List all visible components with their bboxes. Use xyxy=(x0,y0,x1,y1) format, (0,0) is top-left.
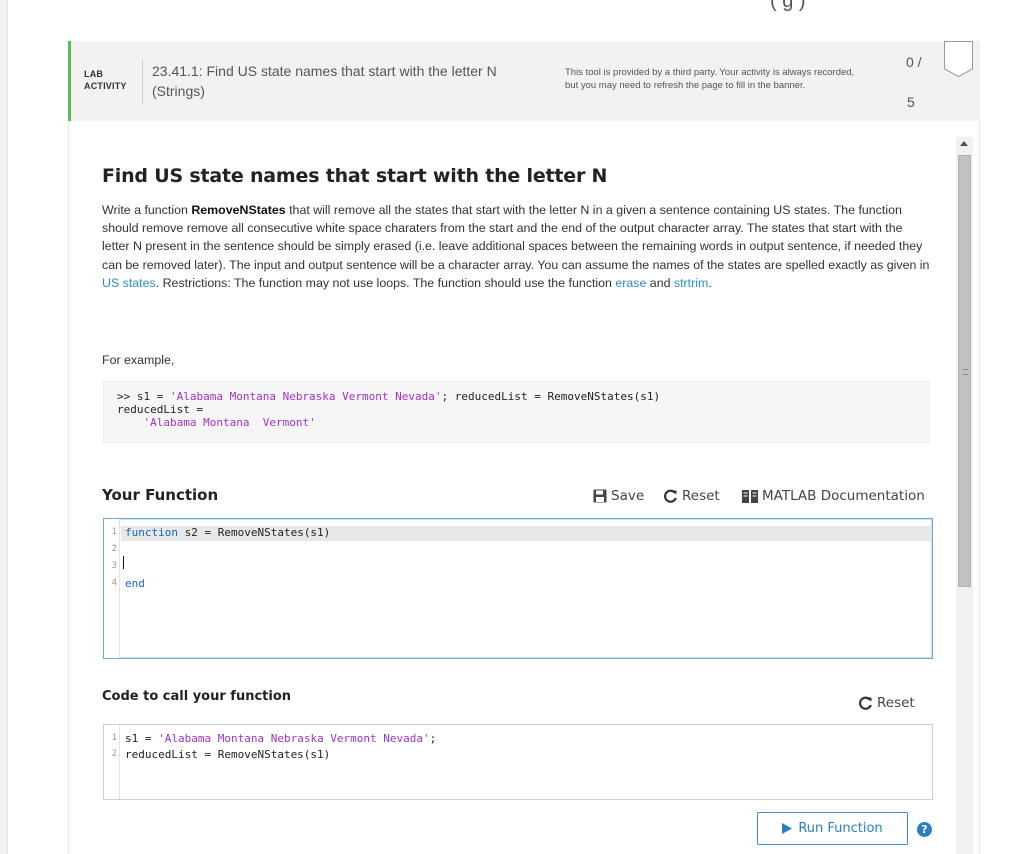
scroll-grip-icon xyxy=(963,369,968,375)
problem-title: Find US state names that start with the … xyxy=(102,165,608,187)
lab-activity-tag: LAB ACTIVITY xyxy=(84,68,127,92)
ex-line1-string: 'Alabama Montana Nebraska Vermont Nevada… xyxy=(169,390,442,403)
reset-call-label: Reset xyxy=(877,695,915,711)
code-line-1[interactable]: function s2 = RemoveNStates(s1) xyxy=(125,526,330,539)
desc-text-1: Write a function xyxy=(102,203,192,217)
ex-line1-prefix: >> s1 = xyxy=(117,390,170,403)
us-states-link[interactable]: US states xyxy=(102,276,156,290)
play-icon xyxy=(782,823,793,834)
lab-tag-line1: LAB xyxy=(84,69,104,79)
line-number: 2 xyxy=(111,749,117,759)
desc-text-3: . Restrictions: The function may not use… xyxy=(155,275,616,290)
score-total: 5 xyxy=(907,94,915,110)
matlab-documentation-button[interactable]: MATLAB Documentation xyxy=(742,488,925,504)
call-line-1[interactable]: s1 = 'Alabama Montana Nebraska Vermont N… xyxy=(125,732,436,745)
lab-activity-banner: LAB ACTIVITY 23.41.1: Find US state name… xyxy=(68,41,980,121)
end-keyword: end xyxy=(125,577,145,590)
line-number: 3 xyxy=(111,561,117,571)
banner-divider xyxy=(142,59,143,104)
save-icon xyxy=(593,489,607,503)
call-line1-prefix: s1 = xyxy=(125,732,159,745)
call-code-editor[interactable]: 1 2 s1 = 'Alabama Montana Nebraska Vermo… xyxy=(103,724,933,800)
desc-text-4: and xyxy=(646,275,674,290)
line-number: 2 xyxy=(111,544,117,554)
completion-badge-icon xyxy=(944,41,973,77)
reset-function-button[interactable]: Reset xyxy=(663,488,720,504)
line-number: 1 xyxy=(111,733,117,743)
book-icon xyxy=(742,489,758,503)
example-code: >> s1 = 'Alabama Montana Nebraska Vermon… xyxy=(117,390,660,429)
call-function-title: Code to call your function xyxy=(102,689,292,704)
call-line1-suffix: ; xyxy=(429,732,437,745)
lab-title: 23.41.1: Find US state names that start … xyxy=(152,63,497,99)
example-code-block: >> s1 = 'Alabama Montana Nebraska Vermon… xyxy=(103,381,930,443)
content-scrollbar[interactable] xyxy=(956,137,973,854)
code-line-4[interactable]: end xyxy=(125,577,145,590)
ex-line3-indent xyxy=(117,416,144,429)
line-number: 1 xyxy=(111,527,117,537)
line-number: 4 xyxy=(111,578,117,588)
function-code-editor[interactable]: 1 2 3 4 function s2 = RemoveNStates(s1) … xyxy=(103,518,933,659)
documentation-label: MATLAB Documentation xyxy=(762,488,925,504)
text-cursor xyxy=(123,556,124,569)
function-signature: s2 = RemoveNStates(s1) xyxy=(177,526,331,539)
help-icon[interactable]: ? xyxy=(917,822,932,837)
third-party-notice: This tool is provided by a third party. … xyxy=(565,67,855,91)
call-line-2[interactable]: reducedList = RemoveNStates(s1) xyxy=(125,748,330,761)
ex-line1-suffix: ; reducedList = RemoveNStates(s1) xyxy=(441,390,661,403)
ex-line2: reducedList = xyxy=(117,403,204,416)
reset-icon xyxy=(859,696,872,710)
save-button[interactable]: Save xyxy=(593,488,644,504)
run-function-label: Run Function xyxy=(798,821,883,836)
ex-line3-string: 'Alabama Montana Vermont' xyxy=(143,416,316,429)
reset-call-button[interactable]: Reset xyxy=(858,695,915,711)
erase-link[interactable]: erase xyxy=(615,276,646,290)
call-line1-string: 'Alabama Montana Nebraska Vermont Nevada… xyxy=(158,732,430,745)
save-label: Save xyxy=(611,488,645,504)
scroll-up-arrow-icon[interactable] xyxy=(960,141,968,146)
your-function-title: Your Function xyxy=(102,486,219,504)
reset-icon xyxy=(664,489,677,503)
run-function-button[interactable]: Run Function xyxy=(757,812,908,845)
strtrim-link[interactable]: strtrim xyxy=(674,276,708,290)
score-earned: 0 / xyxy=(906,54,922,70)
scroll-thumb[interactable] xyxy=(958,155,971,587)
for-example-label: For example, xyxy=(102,353,175,367)
reset-label: Reset xyxy=(682,488,720,504)
desc-text-5: . xyxy=(708,275,712,290)
top-partial-text: ( g ) xyxy=(770,0,806,12)
line-number-gutter xyxy=(104,519,120,658)
function-name: RemoveNStates xyxy=(191,203,286,217)
problem-description: Write a function RemoveNStates that will… xyxy=(102,201,932,292)
function-keyword: function xyxy=(125,526,178,539)
page-left-edge xyxy=(0,0,8,854)
lab-tag-line2: ACTIVITY xyxy=(84,81,127,91)
